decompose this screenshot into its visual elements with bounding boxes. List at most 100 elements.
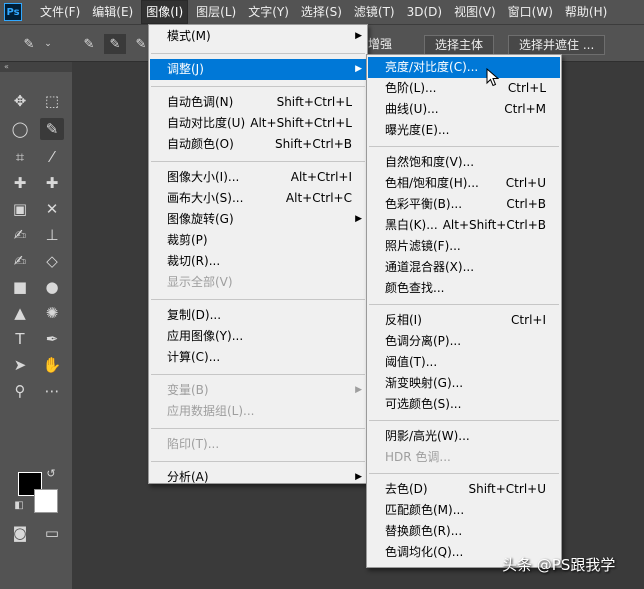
eraser-tool-icon[interactable]: ◇ — [40, 250, 64, 272]
adjust-menu-item[interactable]: 阈值(T)... — [368, 352, 560, 373]
sponge-tool-icon[interactable]: ✺ — [40, 302, 64, 324]
menu-item-label: 色调均化(Q)... — [385, 545, 464, 559]
blur-tool-icon[interactable]: ● — [40, 276, 64, 298]
adjust-menu-item[interactable]: 反相(I) Ctrl+I — [368, 310, 560, 331]
menubar-item-0[interactable]: 文件(F) — [36, 1, 84, 23]
adjust-menu-item[interactable]: 颜色查找... — [368, 278, 560, 299]
menu-item-label: 应用数据组(L)... — [167, 404, 255, 418]
quick-selection-tool-icon[interactable]: ✎ — [40, 118, 64, 140]
menu-item-label: 裁剪(P) — [167, 233, 208, 247]
menu-item-label: 复制(D)... — [167, 308, 222, 322]
image-menu-item[interactable]: 裁切(R)... — [150, 251, 366, 272]
menubar-item-3[interactable]: 图层(L) — [192, 1, 240, 23]
image-menu-item[interactable]: 模式(M) ▶ — [150, 26, 366, 47]
image-menu-item[interactable]: 复制(D)... — [150, 305, 366, 326]
image-menu-item[interactable]: 裁剪(P) — [150, 230, 366, 251]
hand-tool-icon[interactable]: ✋ — [40, 354, 64, 376]
zoom-tool-icon[interactable]: ⚲ — [8, 380, 32, 402]
brush-tool-icon[interactable]: ✍ — [8, 224, 32, 246]
image-menu-item: 变量(B) ▶ — [150, 380, 366, 401]
menu-item-label: 色阶(L)... — [385, 81, 437, 95]
adjust-menu-item[interactable]: 照片滤镜(F)... — [368, 236, 560, 257]
adjust-menu-item[interactable]: 匹配颜色(M)... — [368, 500, 560, 521]
menubar-item-4[interactable]: 文字(Y) — [244, 1, 293, 23]
menu-item-shortcut: Ctrl+U — [505, 176, 546, 190]
menu-separator — [151, 428, 365, 429]
image-menu-item[interactable]: 自动对比度(U) Alt+Shift+Ctrl+L — [150, 113, 366, 134]
menu-item-label: 黑白(K)... — [385, 218, 438, 232]
quick-selection-preset-icon[interactable]: ✎ — [18, 34, 40, 54]
adjust-menu-item[interactable]: 色阶(L)... Ctrl+L — [368, 78, 560, 99]
image-menu-item[interactable]: 画布大小(S)... Alt+Ctrl+C — [150, 188, 366, 209]
background-color-swatch[interactable] — [34, 489, 58, 513]
adjust-menu-item[interactable]: 色相/饱和度(H)... Ctrl+U — [368, 173, 560, 194]
crop-tool-icon[interactable]: ⌗ — [8, 146, 32, 168]
image-menu-item[interactable]: 图像大小(I)... Alt+Ctrl+I — [150, 167, 366, 188]
menubar-item-6[interactable]: 滤镜(T) — [350, 1, 399, 23]
menubar-item-7[interactable]: 3D(D) — [403, 1, 446, 23]
menubar-item-1[interactable]: 编辑(E) — [88, 1, 137, 23]
image-menu-dropdown: 模式(M) ▶ 调整(J) ▶ 自动色调(N) Shift+Ctrl+L 自动对比度(U) A… — [148, 24, 368, 484]
screen-mode-icon[interactable]: ▭ — [40, 522, 64, 544]
chevron-down-icon[interactable]: ⌄ — [42, 34, 54, 54]
move-tool-icon[interactable]: ✥ — [8, 90, 32, 112]
tools-collapse-handle[interactable]: « — [0, 62, 72, 72]
menubar-item-10[interactable]: 帮助(H) — [561, 1, 611, 23]
add-to-selection-brush-icon[interactable]: ✎ — [104, 34, 126, 54]
type-tool-icon[interactable]: T — [8, 328, 32, 350]
image-menu-item[interactable]: 计算(C)... — [150, 347, 366, 368]
menubar-item-2[interactable]: 图像(I) — [141, 0, 189, 24]
pen-tool-icon[interactable]: ✒ — [40, 328, 64, 350]
marquee-tool-icon[interactable]: ⬚ — [40, 90, 64, 112]
sharpen-tool-icon[interactable]: ▲ — [8, 302, 32, 324]
image-menu-item[interactable]: 自动色调(N) Shift+Ctrl+L — [150, 92, 366, 113]
menubar-item-5[interactable]: 选择(S) — [297, 1, 346, 23]
adjust-menu-item[interactable]: 可选颜色(S)... — [368, 394, 560, 415]
submenu-arrow-icon: ▶ — [355, 385, 362, 395]
adjust-menu-item[interactable]: 通道混合器(X)... — [368, 257, 560, 278]
path-selection-tool-icon[interactable]: ➤ — [8, 354, 32, 376]
quick-mask-icon[interactable]: ◙ — [8, 522, 32, 544]
menu-item-label: 色相/饱和度(H)... — [385, 176, 479, 190]
spot-healing-tool-icon[interactable]: ✚ — [8, 172, 32, 194]
submenu-arrow-icon: ▶ — [355, 214, 362, 224]
menu-separator — [151, 161, 365, 162]
adjust-menu-item[interactable]: 替换颜色(R)... — [368, 521, 560, 542]
menu-item-shortcut: Shift+Ctrl+B — [275, 137, 352, 151]
image-menu-item[interactable]: 自动颜色(O) Shift+Ctrl+B — [150, 134, 366, 155]
swap-colors-icon[interactable]: ↺ — [44, 466, 58, 480]
adjust-menu-item[interactable]: 亮度/对比度(C)... — [368, 57, 560, 78]
lasso-tool-icon[interactable]: ◯ — [8, 118, 32, 140]
clone-stamp-tool-icon[interactable]: ⊥ — [40, 224, 64, 246]
image-menu-item[interactable]: 图像旋转(G) ▶ — [150, 209, 366, 230]
menu-item-label: 阈值(T)... — [385, 355, 438, 369]
history-brush-tool-icon[interactable]: ✍ — [8, 250, 32, 272]
menu-item-label: 颜色查找... — [385, 281, 445, 295]
menu-item-shortcut: Ctrl+M — [504, 102, 546, 116]
image-menu-item[interactable]: 分析(A) ▶ — [150, 467, 366, 488]
adjust-menu-item[interactable]: 色调分离(P)... — [368, 331, 560, 352]
adjust-menu-item[interactable]: 自然饱和度(V)... — [368, 152, 560, 173]
adjust-menu-item[interactable]: 曲线(U)... Ctrl+M — [368, 99, 560, 120]
new-selection-brush-icon[interactable]: ✎ — [78, 34, 100, 54]
patch-tool-icon[interactable]: ▣ — [8, 198, 32, 220]
adjust-menu-item[interactable]: 曝光度(E)... — [368, 120, 560, 141]
adjust-menu-item[interactable]: 色彩平衡(B)... Ctrl+B — [368, 194, 560, 215]
image-menu-item[interactable]: 调整(J) ▶ — [150, 59, 366, 80]
more-tools-icon[interactable]: ⋯ — [40, 380, 64, 402]
adjust-menu-item[interactable]: 渐变映射(G)... — [368, 373, 560, 394]
default-colors-icon[interactable]: ◧ — [12, 498, 26, 512]
eyedropper-tool-icon[interactable]: ⁄ — [40, 146, 64, 168]
image-menu-item[interactable]: 应用图像(Y)... — [150, 326, 366, 347]
adjust-menu-item[interactable]: 阴影/高光(W)... — [368, 426, 560, 447]
gradient-tool-icon[interactable]: ■ — [8, 276, 32, 298]
adjust-menu-item[interactable]: 去色(D) Shift+Ctrl+U — [368, 479, 560, 500]
healing-brush-tool-icon[interactable]: ✚ — [40, 172, 64, 194]
menubar-item-8[interactable]: 视图(V) — [450, 1, 500, 23]
adjust-menu-item[interactable]: 黑白(K)... Alt+Shift+Ctrl+B — [368, 215, 560, 236]
select-subject-button[interactable]: 选择主体 — [424, 35, 495, 55]
menu-separator — [369, 420, 559, 421]
content-aware-move-tool-icon[interactable]: ✕ — [40, 198, 64, 220]
menubar-item-9[interactable]: 窗口(W) — [504, 1, 557, 23]
select-and-mask-button[interactable]: 选择并遮住 ... — [508, 35, 606, 55]
